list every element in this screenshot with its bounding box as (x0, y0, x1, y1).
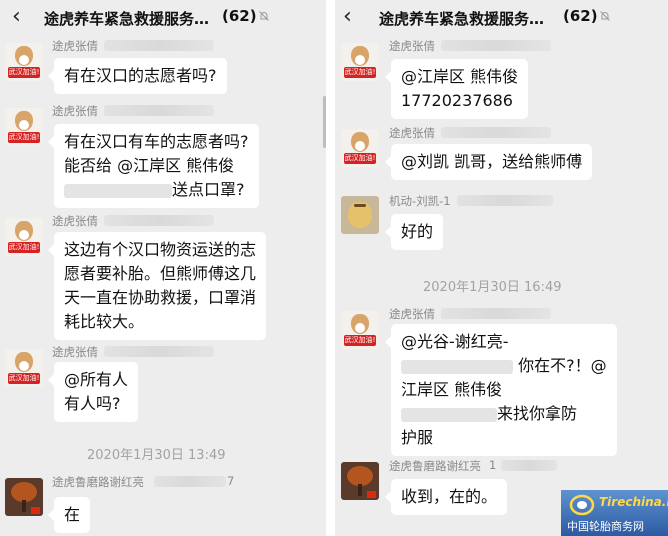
message-bubble[interactable]: 在 (47, 497, 91, 533)
message-bubble[interactable]: 这边有个汉口物资运送的志 愿者要补胎。但熊师傅这几 天一直在协助救援，口罩消 耗… (47, 232, 267, 340)
redacted-text (154, 476, 226, 487)
redacted-text (401, 359, 513, 374)
redacted-text (441, 308, 551, 319)
sender-name: 途虎张倩 (52, 214, 98, 228)
tire-logo-icon (569, 494, 595, 516)
sender-name: 途虎张倩 (52, 104, 98, 118)
redacted-text (441, 40, 551, 51)
message-bubble[interactable]: 有在汉口有车的志愿者吗? 能否给 @江岸区 熊伟俊 送点口罩? (48, 124, 259, 208)
sender-name: 途虎张倩 (389, 39, 435, 53)
member-count: (62) (563, 7, 598, 25)
timestamp: 2020年1月30日 13:49 (87, 448, 226, 463)
chevron-left-icon[interactable]: ‹ (12, 6, 21, 28)
avatar[interactable]: 武汉加油! (5, 43, 43, 81)
watermark-subtitle: 中国轮胎商务网 (567, 520, 644, 533)
chevron-left-icon[interactable]: ‹ (343, 6, 352, 28)
group-title: 途虎养车紧急救援服务… (379, 10, 545, 28)
sender-name-suffix: 7 (227, 474, 235, 488)
avatar[interactable]: 武汉加油! (5, 108, 43, 146)
avatar[interactable]: 武汉加油! (341, 43, 379, 81)
avatar[interactable] (341, 196, 379, 234)
avatar[interactable]: 武汉加油! (341, 129, 379, 167)
avatar[interactable]: 武汉加油! (341, 311, 379, 349)
avatar[interactable] (5, 478, 43, 516)
sender-name: 途虎张倩 (52, 345, 98, 359)
member-count: (62) (222, 7, 257, 25)
redacted-text (104, 40, 214, 51)
message-bubble[interactable]: @江岸区 熊伟俊 17720237686 (384, 59, 529, 119)
tirechina-watermark: Tirechina.net 中国轮胎商务网 (561, 490, 668, 536)
chat-header: ‹ 途虎养车紧急救援服务… (62) (0, 0, 326, 36)
timestamp: 2020年1月30日 16:49 (423, 280, 562, 295)
message-bubble[interactable]: @刘凯 凯哥，送给熊师傅 (384, 144, 593, 180)
message-bubble[interactable]: @所有人 有人吗? (47, 362, 139, 422)
sender-name: 途虎鲁磨路谢红亮 (52, 475, 144, 489)
sender-name: 途虎张倩 (52, 39, 98, 53)
sender-name: 途虎张倩 (389, 126, 435, 140)
chat-panel-left: ‹ 途虎养车紧急救援服务… (62) 武汉加油! 途虎张倩 有在汉口的志愿者吗?… (0, 0, 326, 536)
redacted-text (457, 195, 553, 206)
avatar[interactable]: 武汉加油! (5, 218, 43, 256)
message-bubble[interactable]: @光谷-谢红亮- 你在不?！@ 江岸区 熊伟俊 来找你拿防 护服 (385, 324, 617, 456)
message-bubble[interactable]: 收到，在的。 (384, 479, 508, 515)
redacted-text (104, 105, 214, 116)
redacted-text (501, 460, 557, 471)
bell-off-icon (600, 11, 610, 21)
sender-name: 途虎鲁磨路谢红亮 (389, 459, 481, 473)
avatar[interactable]: 武汉加油! (5, 349, 43, 387)
redacted-text (104, 346, 214, 357)
redacted-text (64, 183, 172, 198)
chat-panel-right: ‹ 途虎养车紧急救援服务… (62) 武汉加油! 途虎张倩 @江岸区 熊伟俊 1… (335, 0, 668, 536)
bell-off-icon (259, 11, 269, 21)
message-bubble[interactable]: 有在汉口的志愿者吗? (48, 58, 227, 94)
sender-name: 途虎张倩 (389, 307, 435, 321)
watermark-brand: Tirechina.net (599, 495, 668, 509)
group-title: 途虎养车紧急救援服务… (44, 10, 210, 28)
divider (326, 0, 335, 536)
redacted-text (401, 407, 497, 422)
avatar[interactable] (341, 462, 379, 500)
redacted-text (441, 127, 551, 138)
sender-name-suffix: 1 (489, 458, 497, 472)
redacted-text (104, 215, 214, 226)
message-bubble[interactable]: 好的 (384, 214, 444, 250)
sender-name: 机动-刘凯-1 (389, 194, 451, 208)
chat-header: ‹ 途虎养车紧急救援服务… (62) (335, 0, 668, 36)
